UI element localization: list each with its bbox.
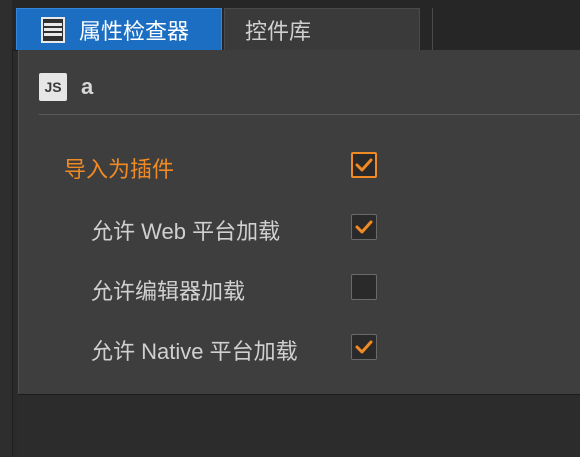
check-icon xyxy=(355,340,373,354)
header-divider xyxy=(39,114,580,115)
import-as-plugin-checkbox[interactable] xyxy=(351,152,377,178)
option-allow-native: 允许 Native 平台加载 xyxy=(91,334,298,366)
tab-widget-library[interactable]: 控件库 xyxy=(224,8,420,50)
option-label: 导入为插件 xyxy=(64,157,175,182)
tab-label: 控件库 xyxy=(245,18,312,44)
file-header: JS a xyxy=(39,68,93,106)
option-import-as-plugin: 导入为插件 xyxy=(64,152,174,184)
left-rail xyxy=(0,0,13,456)
allow-native-checkbox[interactable] xyxy=(351,334,377,360)
allow-editor-checkbox[interactable] xyxy=(351,274,377,300)
bottom-panel xyxy=(18,394,580,457)
js-file-icon: JS xyxy=(39,73,67,101)
check-icon xyxy=(355,220,373,234)
inspector-panel: JS a 导入为插件 允许 Web 平台加载 允许编辑器加载 允许 Native… xyxy=(18,50,580,394)
option-allow-editor: 允许编辑器加载 xyxy=(91,274,245,306)
option-label: 允许 Native 平台加载 xyxy=(91,339,298,364)
check-icon xyxy=(355,158,373,172)
tab-divider xyxy=(432,8,433,50)
tab-inspector[interactable]: 属性检查器 xyxy=(16,8,222,50)
inspector-icon xyxy=(41,16,65,43)
allow-web-checkbox[interactable] xyxy=(351,214,377,240)
option-label: 允许编辑器加载 xyxy=(91,279,246,304)
tab-bar: 属性检查器 控件库 xyxy=(12,0,580,51)
file-name: a xyxy=(81,74,94,99)
tab-label: 属性检查器 xyxy=(79,18,190,44)
option-allow-web: 允许 Web 平台加载 xyxy=(91,214,280,246)
option-label: 允许 Web 平台加载 xyxy=(91,219,281,244)
